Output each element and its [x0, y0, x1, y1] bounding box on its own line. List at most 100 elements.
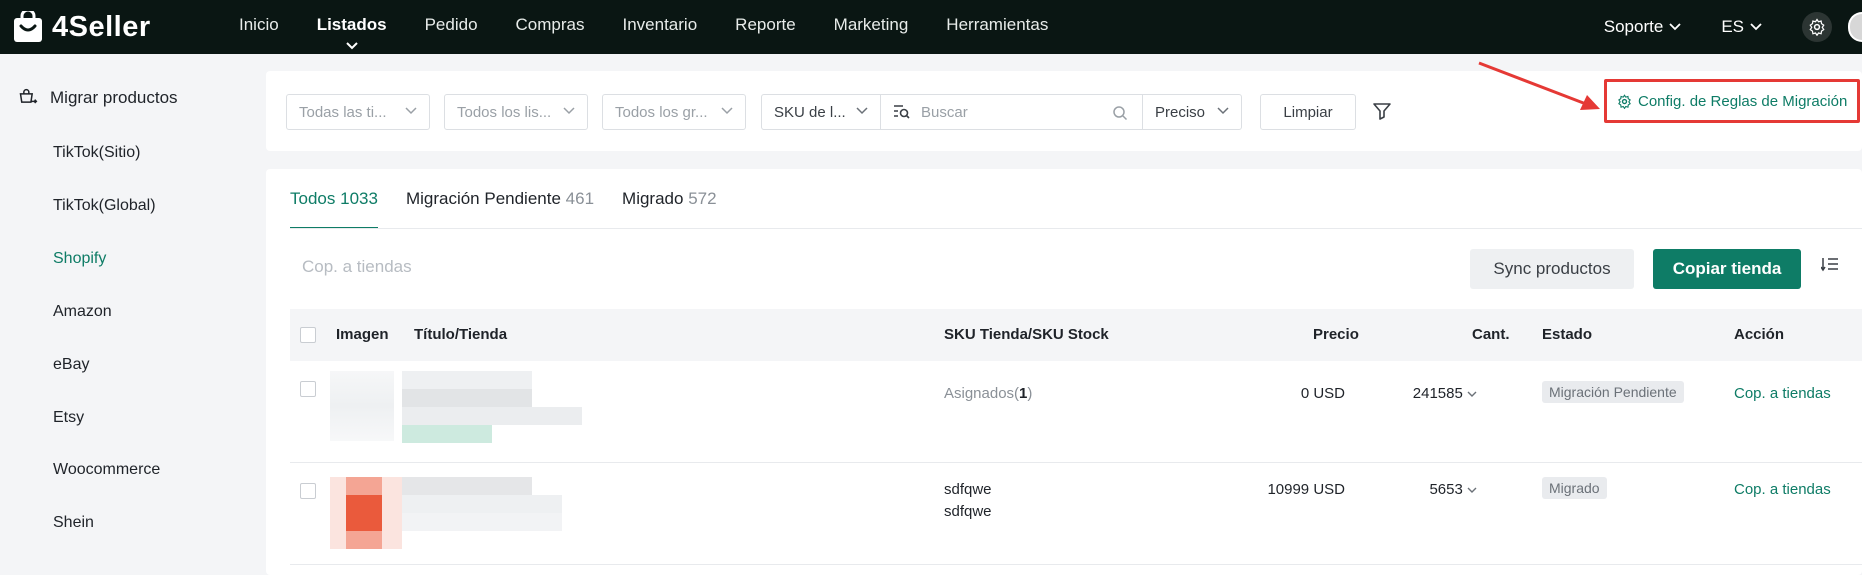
- filter-icon[interactable]: [1372, 101, 1392, 121]
- select-all-checkbox[interactable]: [300, 327, 316, 343]
- tab-pending-count: 461: [565, 189, 595, 208]
- sidebar-title-label: Migrar productos: [50, 88, 178, 107]
- qty-dropdown[interactable]: 241585: [1395, 385, 1477, 402]
- product-title-blurred[interactable]: [402, 371, 672, 451]
- nav-listados[interactable]: Listados: [298, 0, 406, 54]
- nav-marketing[interactable]: Marketing: [815, 0, 928, 54]
- price-value: 0 USD: [1300, 385, 1345, 402]
- tab-todos-count: 1033: [340, 189, 378, 208]
- listing-select[interactable]: Todos los lis...: [444, 94, 588, 130]
- product-thumbnail[interactable]: [330, 371, 394, 441]
- chevron-down-icon: [1750, 23, 1762, 31]
- row-checkbox[interactable]: [300, 483, 316, 499]
- chevron-down-icon: [856, 107, 868, 115]
- support-menu[interactable]: Soporte: [1604, 17, 1682, 37]
- nav-herramientas[interactable]: Herramientas: [927, 0, 1067, 54]
- sidebar-item-ebay[interactable]: eBay: [53, 356, 89, 374]
- gear-icon: [1618, 93, 1631, 109]
- product-list-panel: Todos 1033 Migración Pendiente 461 Migra…: [266, 169, 1862, 575]
- copy-to-stores-link[interactable]: Cop. a tiendas: [1734, 385, 1831, 402]
- nav-pedido[interactable]: Pedido: [406, 0, 497, 54]
- gear-icon: [1809, 18, 1825, 36]
- shopping-bag-icon: [12, 8, 44, 43]
- store-type-value: Todas las ti...: [299, 103, 387, 121]
- migration-rules-config-link[interactable]: Config. de Reglas de Migración: [1604, 79, 1860, 123]
- language-menu[interactable]: ES: [1721, 17, 1762, 37]
- search-input[interactable]: Buscar: [881, 94, 1143, 130]
- match-mode-select[interactable]: Preciso: [1142, 94, 1242, 130]
- support-label: Soporte: [1603, 17, 1664, 36]
- product-thumbnail[interactable]: [330, 477, 402, 549]
- col-status: Estado: [1542, 326, 1593, 343]
- price-value: 10999 USD: [1267, 481, 1345, 498]
- tab-migrated-count: 572: [688, 189, 717, 208]
- chevron-down-icon: [563, 107, 575, 115]
- chevron-down-icon: [1217, 107, 1229, 115]
- sidebar-item-woocommerce[interactable]: Woocommerce: [53, 461, 160, 479]
- column-settings-icon[interactable]: [1821, 257, 1839, 273]
- sidebar-item-tiktok-global[interactable]: TikTok(Global): [53, 197, 156, 215]
- nav-listados-label: Listados: [316, 15, 387, 34]
- status-tabs: Todos 1033 Migración Pendiente 461 Migra…: [290, 169, 717, 229]
- chevron-down-icon: [721, 107, 733, 115]
- table-header: Imagen Título/Tienda SKU Tienda/SKU Stoc…: [290, 309, 1862, 361]
- store-sku: sdfqwe: [944, 481, 992, 498]
- nav-compras[interactable]: Compras: [497, 0, 604, 54]
- col-sku: SKU Tienda/SKU Stock: [944, 326, 1109, 343]
- sidebar-item-shein[interactable]: Shein: [53, 514, 94, 532]
- settings-button[interactable]: [1802, 12, 1832, 42]
- col-qty: Cant.: [1472, 326, 1510, 343]
- sidebar-item-shopify[interactable]: Shopify: [53, 250, 106, 268]
- main-nav: Inicio Listados Pedido Compras Inventari…: [220, 0, 1067, 54]
- row-checkbox[interactable]: [300, 381, 316, 397]
- migration-rules-config-label: Config. de Reglas de Migración: [1638, 92, 1848, 110]
- sidebar: Migrar productos TikTok(Sitio) TikTok(Gl…: [0, 54, 265, 575]
- tab-todos[interactable]: Todos 1033: [290, 169, 378, 229]
- sku-field-select[interactable]: SKU de l...: [761, 94, 881, 130]
- status-badge: Migración Pendiente: [1542, 381, 1684, 403]
- tab-todos-label: Todos: [290, 189, 336, 208]
- sku-assigned-prefix: Asignados(: [944, 385, 1020, 402]
- qty-value: 5653: [1429, 481, 1463, 498]
- group-select[interactable]: Todos los gr...: [602, 94, 746, 130]
- sync-products-button[interactable]: Sync productos: [1470, 249, 1634, 289]
- table-row: sdfqwe sdfqwe 10999 USD 5653 Migrado Cop…: [290, 463, 1862, 565]
- clear-button[interactable]: Limpiar: [1260, 94, 1356, 130]
- tab-pending-label: Migración Pendiente: [405, 189, 561, 208]
- sku-assigned: Asignados(1): [944, 385, 1032, 402]
- tab-migrated-label: Migrado: [622, 189, 684, 208]
- product-title-blurred[interactable]: [402, 477, 672, 537]
- chevron-down-icon: [345, 42, 358, 50]
- search-icon: [1113, 106, 1128, 121]
- nav-reporte[interactable]: Reporte: [716, 0, 814, 54]
- listing-value: Todos los lis...: [457, 103, 552, 121]
- tab-migracion-pendiente[interactable]: Migración Pendiente 461: [406, 169, 594, 229]
- sidebar-title[interactable]: Migrar productos: [18, 88, 178, 108]
- chevron-down-icon: [1467, 391, 1477, 397]
- col-action: Acción: [1734, 326, 1785, 343]
- sidebar-item-tiktok-sitio[interactable]: TikTok(Sitio): [53, 144, 140, 162]
- col-title: Título/Tienda: [414, 326, 508, 343]
- sku-field-value: SKU de l...: [774, 103, 846, 121]
- nav-inventario[interactable]: Inventario: [604, 0, 717, 54]
- tab-migrado[interactable]: Migrado 572: [622, 169, 717, 229]
- avatar[interactable]: [1848, 12, 1862, 42]
- cart-transfer-icon: [19, 88, 38, 104]
- table-row: Asignados(1) 0 USD 241585 Migración Pend…: [290, 361, 1862, 463]
- col-price: Precio: [1313, 326, 1359, 343]
- stock-sku: sdfqwe: [944, 503, 992, 520]
- nav-inicio[interactable]: Inicio: [220, 0, 298, 54]
- copy-to-stores-hint: Cop. a tiendas: [302, 257, 412, 276]
- tabs-divider: [290, 228, 1862, 229]
- copy-store-button[interactable]: Copiar tienda: [1653, 249, 1801, 289]
- sidebar-item-amazon[interactable]: Amazon: [53, 303, 112, 321]
- copy-to-stores-link[interactable]: Cop. a tiendas: [1734, 481, 1831, 498]
- store-type-select[interactable]: Todas las ti...: [286, 94, 430, 130]
- brand-logo[interactable]: 4Seller: [12, 8, 151, 46]
- sidebar-item-etsy[interactable]: Etsy: [53, 409, 84, 427]
- group-value: Todos los gr...: [615, 103, 708, 121]
- chevron-down-icon: [405, 107, 417, 115]
- brand-name: 4Seller: [52, 10, 151, 43]
- qty-dropdown[interactable]: 5653: [1395, 481, 1477, 498]
- chevron-down-icon: [1669, 23, 1681, 31]
